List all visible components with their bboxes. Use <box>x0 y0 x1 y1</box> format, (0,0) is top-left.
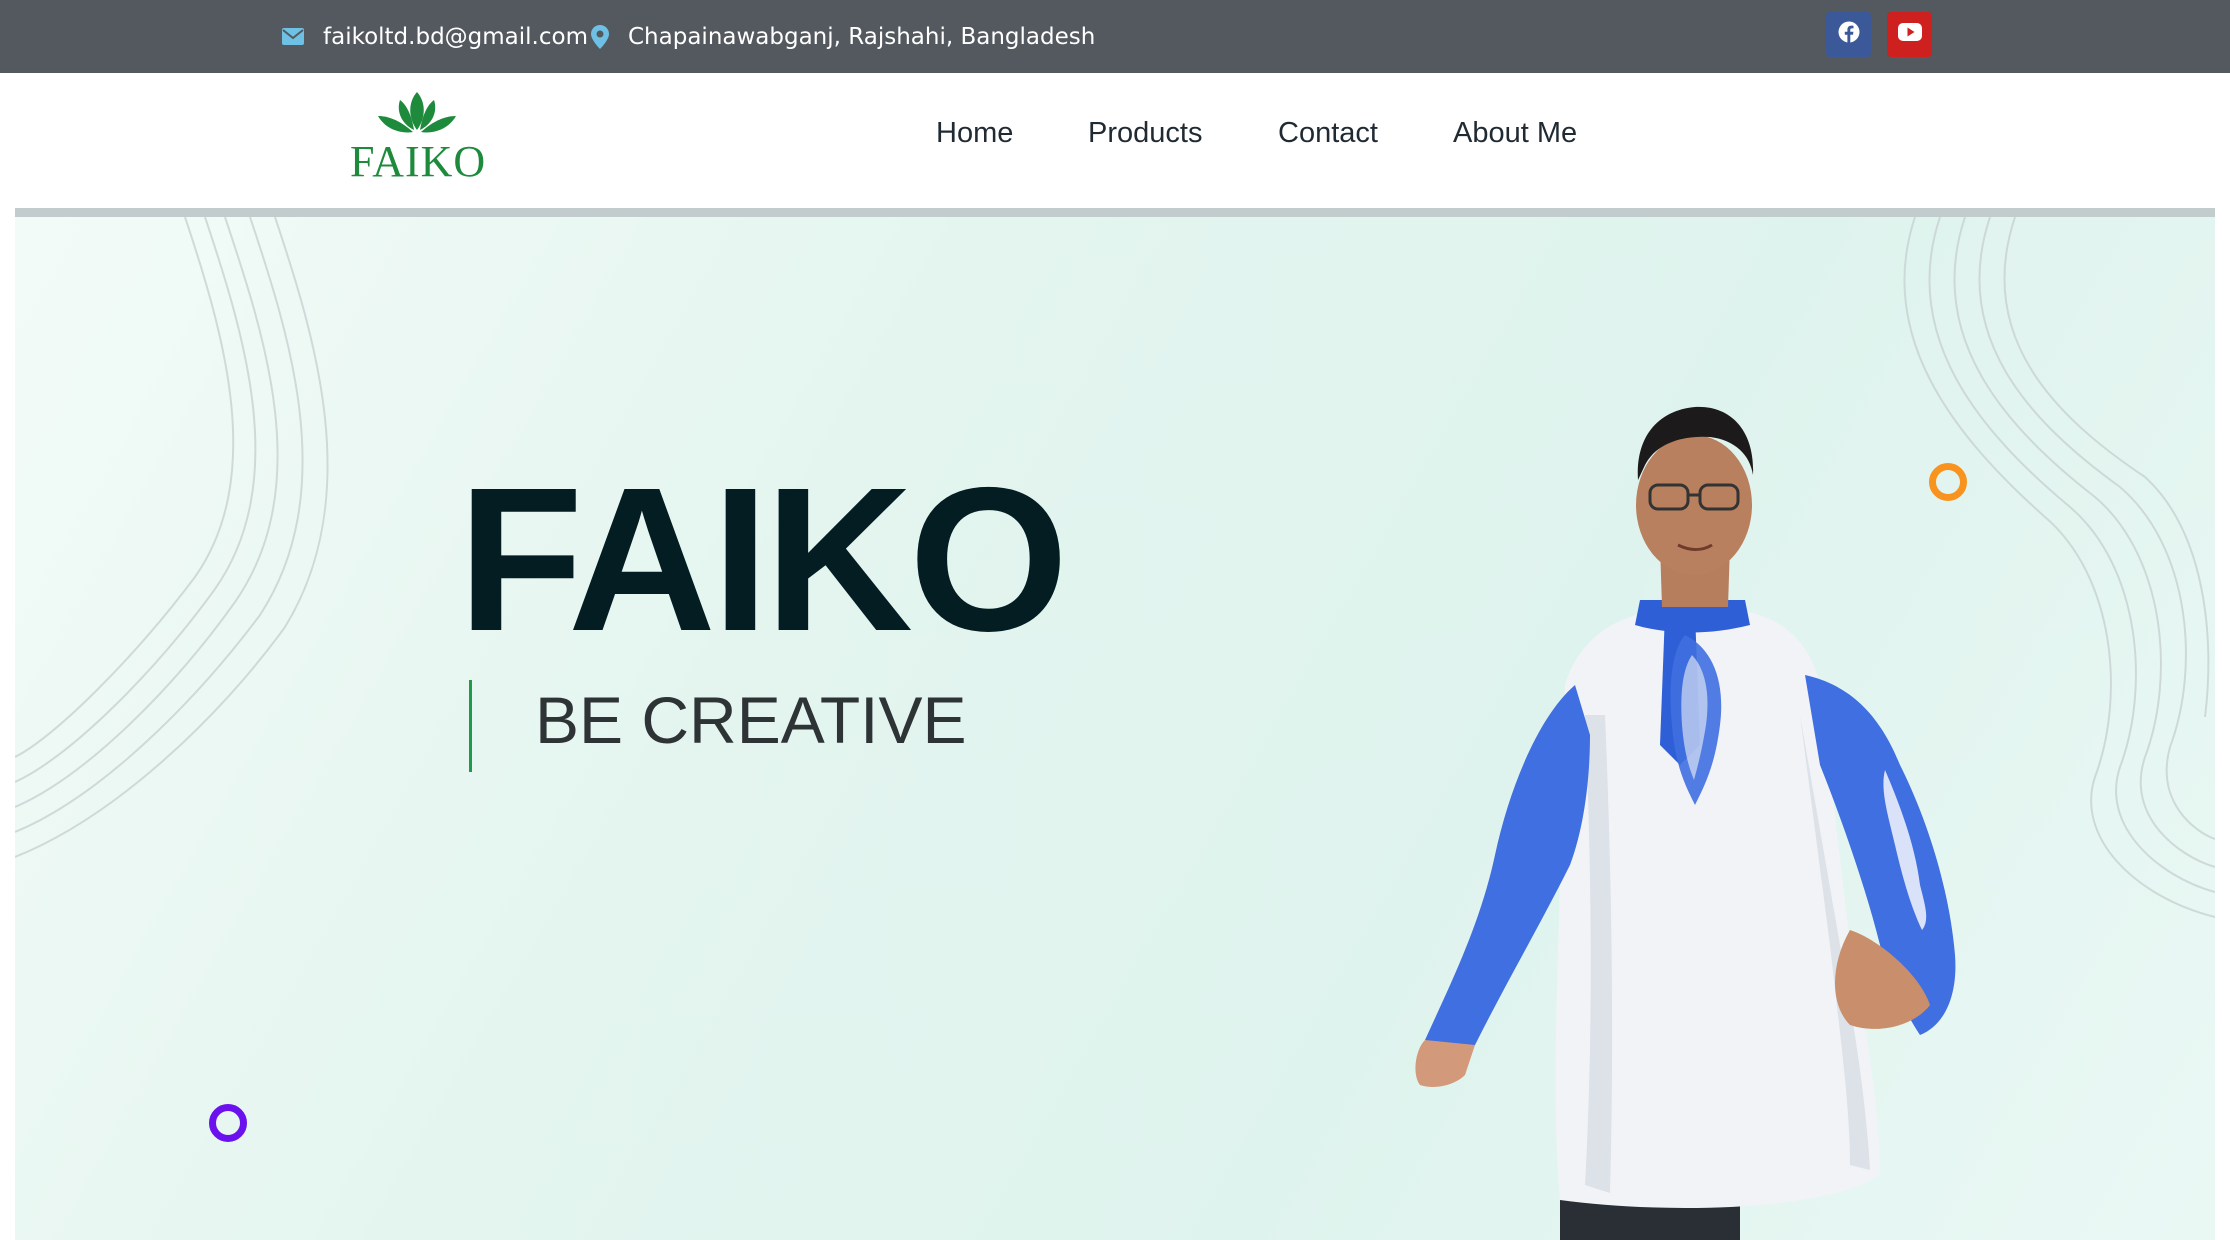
site-header: FAIKO Home Products Contact About Me <box>0 73 2230 194</box>
nav-products[interactable]: Products <box>1088 73 1202 194</box>
contact-location[interactable]: Chapainawabganj, Rajshahi, Bangladesh <box>591 0 1095 73</box>
contact-email[interactable]: faikoltd.bd@gmail.com <box>282 0 588 73</box>
location-text: Chapainawabganj, Rajshahi, Bangladesh <box>628 23 1096 50</box>
youtube-icon <box>1897 23 1922 46</box>
hero-tagline: BE CREATIVE <box>535 683 967 757</box>
hero-title: FAIKO <box>458 445 1068 674</box>
hero-section: FAIKO BE CREATIVE <box>15 217 2215 1240</box>
facebook-icon <box>1838 21 1860 48</box>
email-text: faikoltd.bd@gmail.com <box>323 23 588 50</box>
tagline-divider <box>469 680 472 772</box>
map-pin-icon <box>591 24 609 49</box>
nav-home[interactable]: Home <box>936 73 1013 194</box>
top-bar: faikoltd.bd@gmail.com Chapainawabganj, R… <box>0 0 2230 73</box>
envelope-icon <box>282 28 304 45</box>
youtube-button[interactable] <box>1887 12 1932 57</box>
site-logo[interactable]: FAIKO <box>350 88 485 186</box>
purple-ring-decoration <box>209 1104 247 1142</box>
hero-person-image <box>1415 406 1956 1240</box>
nav-about-me[interactable]: About Me <box>1453 73 1577 194</box>
hero-top-border <box>15 208 2215 217</box>
facebook-button[interactable] <box>1826 12 1871 57</box>
logo-text: FAIKO <box>350 137 487 186</box>
nav-contact[interactable]: Contact <box>1278 73 1378 194</box>
